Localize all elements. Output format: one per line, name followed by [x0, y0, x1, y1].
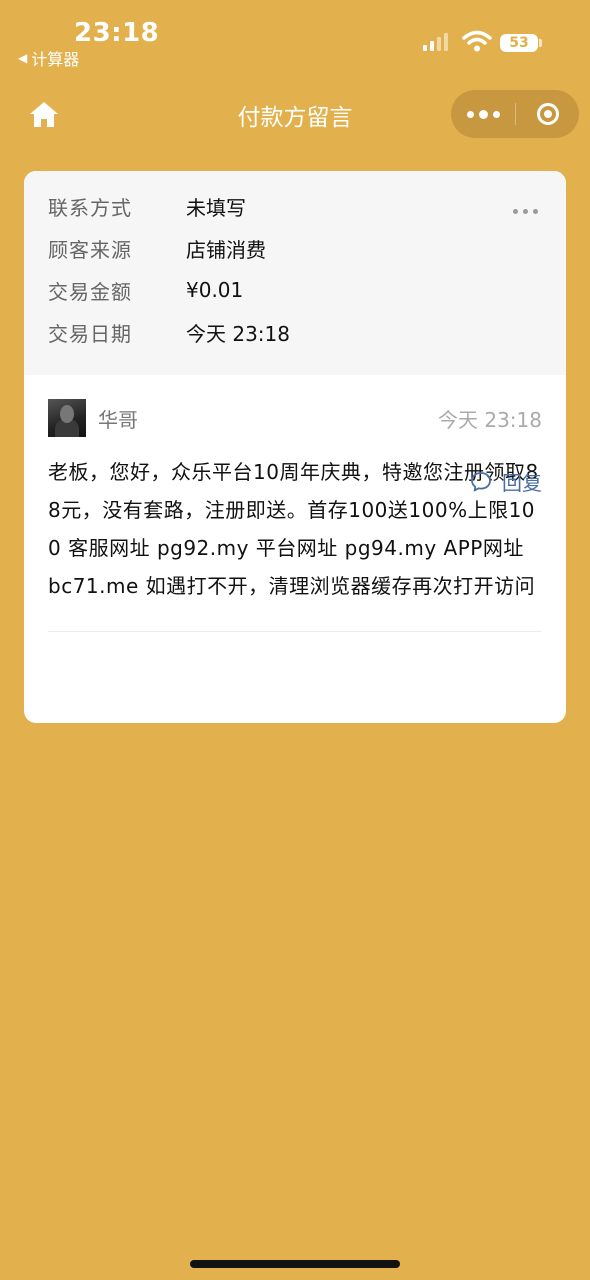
message-card: 联系方式 未填写 顾客来源 店铺消费 交易金额 ¥0.01 交易日期 今天 23…: [24, 171, 566, 723]
divider: [48, 631, 542, 632]
dot: [513, 209, 518, 214]
sender-name: 华哥: [98, 407, 138, 432]
battery-tip: [539, 39, 542, 47]
message-header: 华哥 今天 23:18: [48, 399, 542, 437]
signal-icon: [423, 33, 448, 51]
message-section: 华哥 今天 23:18 老板，您好，众乐平台10周年庆典，特邀您注册领取88元，…: [24, 375, 566, 632]
dot: [533, 209, 538, 214]
target-icon: [536, 103, 559, 125]
more-menu-button[interactable]: [451, 109, 515, 119]
status-time: 23:18: [74, 18, 160, 48]
info-row-source: 顾客来源 店铺消费: [24, 227, 566, 269]
dot: [478, 109, 488, 119]
dot: [466, 110, 474, 118]
info-value: 今天 23:18: [186, 321, 290, 346]
avatar[interactable]: [48, 399, 86, 437]
more-options-button[interactable]: [513, 209, 538, 214]
close-mini-program-button[interactable]: [516, 103, 579, 125]
comment-icon: [471, 471, 491, 491]
info-value: 未填写: [186, 195, 246, 220]
info-label: 顾客来源: [48, 237, 132, 262]
info-value: 店铺消费: [186, 237, 266, 262]
mini-program-capsule: [451, 90, 579, 138]
reply-button[interactable]: 回复: [470, 467, 542, 496]
message-text: 老板，您好，众乐平台10周年庆典，特邀您注册领取88元，没有套路，注册即送。首存…: [48, 460, 539, 598]
nav-bar: 付款方留言: [0, 86, 590, 142]
reply-label: 回复: [502, 471, 542, 495]
battery-icon: 53: [500, 34, 538, 52]
info-label: 联系方式: [48, 195, 132, 220]
info-row-amount: 交易金额 ¥0.01: [24, 269, 566, 311]
info-label: 交易金额: [48, 279, 132, 304]
dot: [523, 209, 528, 214]
info-value: ¥0.01: [186, 278, 244, 302]
wifi-icon: [462, 30, 492, 52]
status-bar: 23:18 ◀ 计算器 53: [0, 0, 590, 80]
info-row-contact: 联系方式 未填写: [24, 185, 566, 227]
dot: [492, 110, 500, 118]
back-to-app-link[interactable]: ◀ 计算器: [18, 46, 79, 70]
home-indicator[interactable]: [190, 1260, 400, 1268]
back-app-label: 计算器: [31, 50, 80, 69]
info-label: 交易日期: [48, 321, 132, 346]
transaction-info: 联系方式 未填写 顾客来源 店铺消费 交易金额 ¥0.01 交易日期 今天 23…: [24, 171, 566, 375]
back-triangle-icon: ◀: [18, 51, 28, 65]
message-time: 今天 23:18: [438, 407, 542, 432]
info-row-date: 交易日期 今天 23:18: [24, 311, 566, 353]
